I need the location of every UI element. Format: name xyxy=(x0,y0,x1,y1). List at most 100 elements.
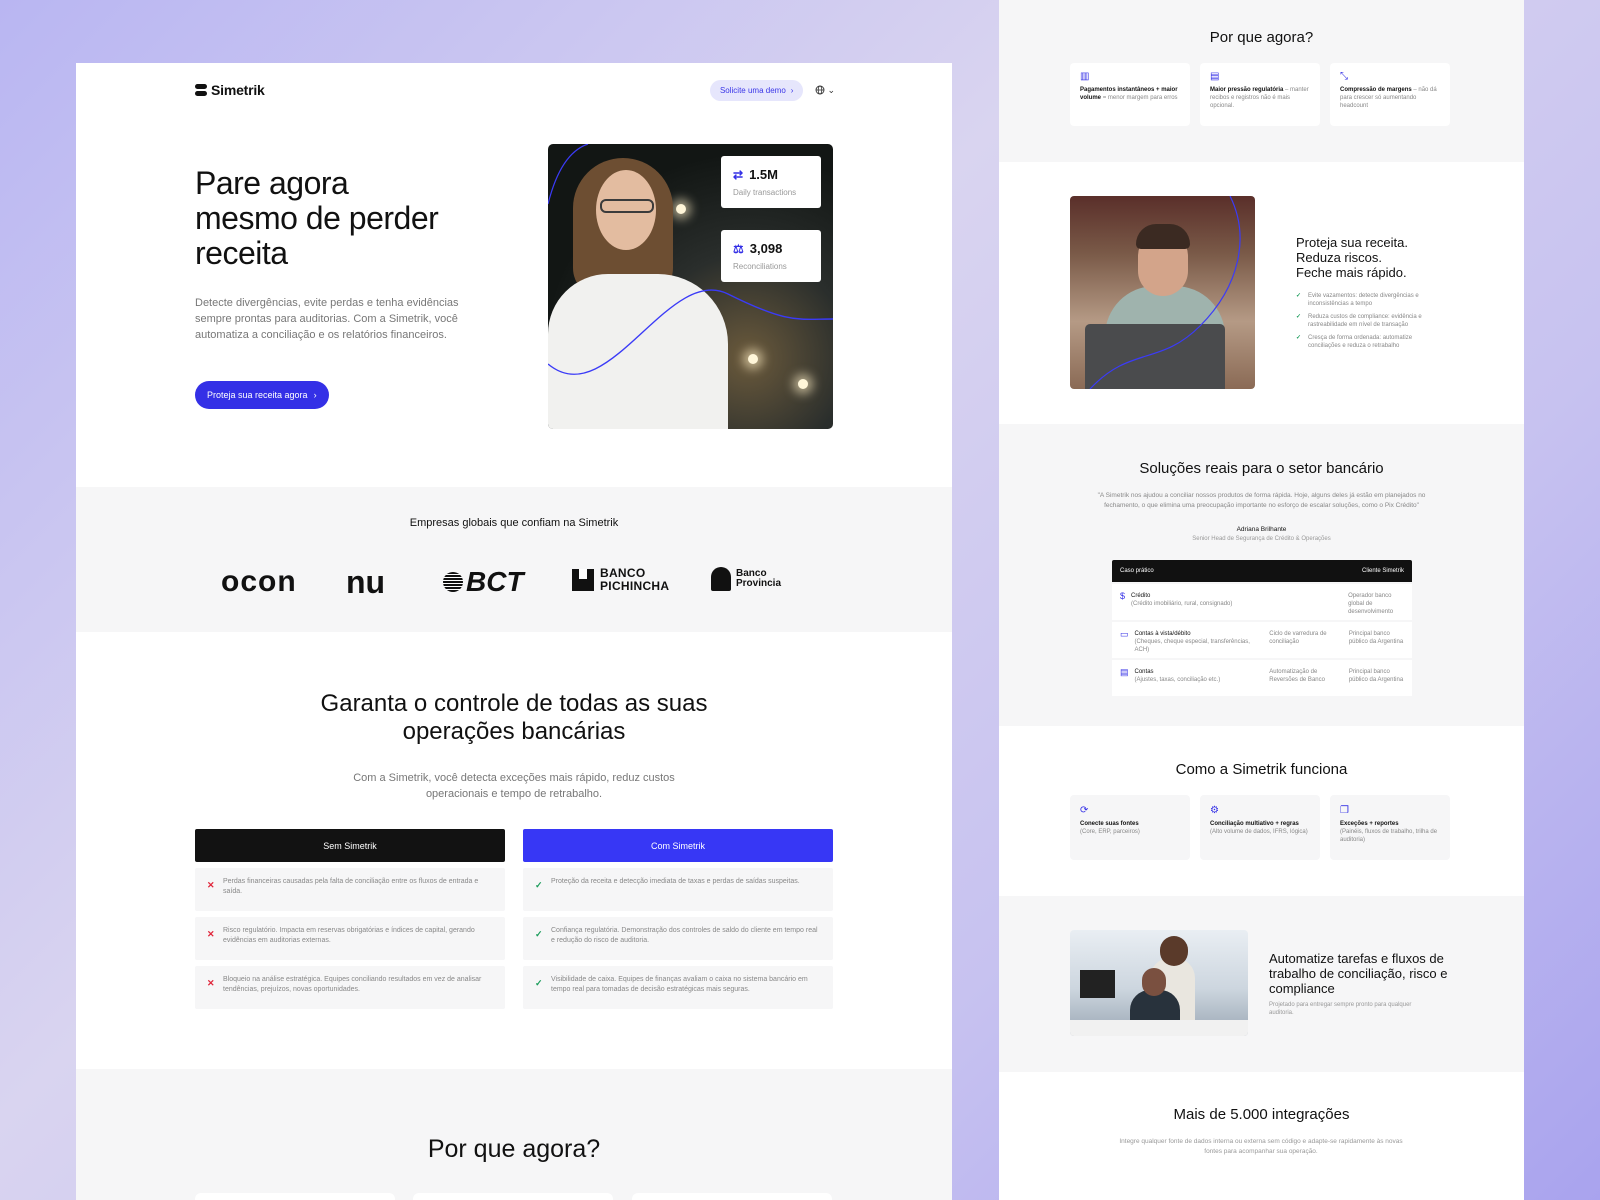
why-now-title: Por que agora? xyxy=(1209,29,1314,46)
trusted-companies-section: Empresas globais que confiam na Simetrik… xyxy=(76,487,952,632)
protect-benefit-text: Reduza custos de compliance: evidência e… xyxy=(1308,314,1422,328)
chevron-right-icon: › xyxy=(790,85,794,95)
case-client: Operador banco global de desenvolvimento xyxy=(1348,593,1394,615)
chevron-right-icon: › xyxy=(313,390,317,400)
automate-description: Projetado para entregar sempre pronto pa… xyxy=(1269,1002,1412,1016)
provincia-wordmark: Banco Provincia xyxy=(736,568,782,589)
simetrik-logo-icon xyxy=(195,84,207,96)
bct-logo: BCT xyxy=(443,567,524,597)
protect-title-line: Proteja sua receita. xyxy=(1296,235,1409,250)
with-item: ✓ Confiança regulatória. Demonstração dos… xyxy=(523,917,833,960)
control-desc-line2: operacionais e tempo de retrabalho. xyxy=(425,788,603,800)
seated-person-head xyxy=(1142,968,1166,996)
testimonial-author: Adriana Brilhante xyxy=(1236,526,1287,533)
control-title-line2: operações bancárias xyxy=(402,718,626,745)
protect-title-line: Reduza riscos. xyxy=(1296,250,1382,265)
case-client: Principal banco público da Argentina xyxy=(1348,669,1404,683)
how-it-works-title: Como a Simetrik funciona xyxy=(1175,761,1348,778)
integrations-section xyxy=(999,1072,1524,1200)
without-item: ✕ Bloqueio na análise estratégica. Equipe… xyxy=(195,966,505,1009)
x-icon: ✕ xyxy=(207,880,215,890)
protect-revenue-button[interactable]: Proteja sua receita agora › xyxy=(195,381,329,409)
client-logos: ocon nu BCT BANCO PICHINCHA Banco Provin… xyxy=(221,564,796,600)
testimonial-quote: "A Simetrik nos ajudou a conciliar nosso… xyxy=(1097,492,1426,509)
x-icon: ✕ xyxy=(207,929,215,939)
stat-label: Daily transactions xyxy=(733,188,797,197)
protect-title-line: Feche mais rápido. xyxy=(1296,265,1407,280)
case-client: Principal banco público da Argentina xyxy=(1348,631,1404,645)
case-table: Caso prático Cliente Simetrik $ Crédito (… xyxy=(1112,560,1412,696)
without-item: ✕ Perdas financeiras causadas pela falta … xyxy=(195,868,505,911)
check-icon: ✓ xyxy=(1296,293,1302,299)
ocon-logo: ocon xyxy=(221,565,297,598)
language-selector[interactable]: ⌄ xyxy=(815,85,835,96)
monitor xyxy=(1080,970,1115,998)
how-card-text: (Core, ERP, parceiros) xyxy=(1080,829,1140,835)
case-sub: (Cheques, cheque especial, transferência… xyxy=(1134,639,1250,653)
without-item-text: Bloqueio na análise estratégica. Equipes… xyxy=(223,976,482,993)
card-icon: ▭ xyxy=(1120,629,1129,639)
how-card-title: Conecte suas fontes xyxy=(1080,821,1139,827)
stat-value-row: ⇄ 1.5M xyxy=(733,167,809,182)
with-simetrik-header: Com Simetrik xyxy=(523,829,833,862)
trusted-companies-title: Empresas globais que confiam na Simetrik xyxy=(409,517,619,529)
without-item-text: Perdas financeiras causadas pela falta d… xyxy=(223,878,479,895)
control-title-line1: Garanta o controle de todas as suas xyxy=(320,690,708,717)
how-card: ❐ Exceções + reportes (Painéis, fluxos de… xyxy=(1330,795,1450,860)
table-row: ▭ Contas à vista/débito (Cheques, cheque … xyxy=(1112,622,1412,658)
how-card-title: Conciliação multiativo + regras xyxy=(1210,821,1299,827)
hero-photo: ⇄ 1.5M Daily transactions ⚖ 3,098 Reconc… xyxy=(548,144,833,429)
how-card-text: (Alto volume de dados, IFRS, lógica) xyxy=(1210,829,1308,835)
check-icon: ✓ xyxy=(535,880,543,890)
why-card-title: Maior pressão regulatória xyxy=(1210,87,1284,93)
case-mid xyxy=(1268,592,1343,612)
table-row: ▤ Contas (Ajustes, taxas, conciliação etc… xyxy=(1112,660,1412,696)
x-icon: ✕ xyxy=(207,978,215,988)
top-nav: Simetrik Solicite uma demo › ⌄ xyxy=(195,75,835,105)
protect-benefit: ✓ Reduza custos de compliance: evidência … xyxy=(1296,313,1446,329)
request-demo-button[interactable]: Solicite uma demo › xyxy=(709,79,804,101)
standing-person-head xyxy=(1160,936,1188,966)
simetrik-logo[interactable]: Simetrik xyxy=(195,82,265,98)
automate-title: Automatize tarefas e fluxos de trabalho … xyxy=(1269,951,1448,996)
hero-description: Detecte divergências, evite perdas e ten… xyxy=(195,297,459,341)
office-team-photo xyxy=(1070,930,1248,1036)
landing-page-main: Simetrik Solicite uma demo › ⌄ Pare agor… xyxy=(76,63,952,1200)
testimonial-role: Senior Head de Segurança de Crédito & Op… xyxy=(1192,536,1331,542)
case-title: Contas à vista/débito xyxy=(1134,631,1191,637)
dollar-icon: $ xyxy=(1120,591,1126,601)
integrations-title: Mais de 5.000 integrações xyxy=(1173,1106,1350,1123)
protect-benefit-text: Cresça de forma ordenada: automatize con… xyxy=(1308,335,1413,349)
desk xyxy=(1070,1020,1248,1036)
stat-card-transactions: ⇄ 1.5M Daily transactions xyxy=(721,156,821,208)
integrations-description: Integre qualquer fonte de dados interna … xyxy=(1119,1138,1403,1155)
case-title: Crédito xyxy=(1131,593,1151,599)
pichincha-wordmark: BANCO PICHINCHA xyxy=(600,566,670,593)
protect-benefit: ✓ Cresça de forma ordenada: automatize co… xyxy=(1296,334,1446,350)
case-mid: Ciclo de varredura de conciliação xyxy=(1269,631,1327,645)
case-table-col-client: Cliente Simetrik xyxy=(1361,568,1404,574)
stat-value: 1.5M xyxy=(749,167,778,182)
protect-title: Proteja sua receita. Reduza riscos. Fech… xyxy=(1296,235,1486,280)
decorative-line xyxy=(1089,196,1241,389)
why-now-card xyxy=(195,1193,395,1200)
stat-value: 3,098 xyxy=(749,241,783,256)
nubank-logo: nu xyxy=(346,564,386,600)
how-card: ⟳ Conecte suas fontes (Core, ERP, parceir… xyxy=(1070,795,1190,860)
scale-icon: ⚖ xyxy=(733,241,744,256)
why-now-title: Por que agora? xyxy=(427,1135,601,1163)
case-table-col-case: Caso prático xyxy=(1120,568,1154,574)
control-section-title: Garanta o controle de todas as suas oper… xyxy=(76,690,952,746)
solutions-title: Soluções reais para o setor bancário xyxy=(1139,460,1384,477)
why-now-section: Por que agora? xyxy=(76,1069,952,1200)
case-mid: Automatização de Reversões de Banco xyxy=(1269,669,1325,683)
stat-value-row: ⚖ 3,098 xyxy=(733,241,809,256)
globe-icon xyxy=(816,85,825,95)
request-demo-label: Solicite uma demo xyxy=(719,85,786,95)
compress-icon: ⤡ xyxy=(1340,71,1348,82)
chart-icon: ▥ xyxy=(1080,71,1090,82)
banco-provincia-logo: Banco Provincia xyxy=(711,567,786,591)
case-cell: Contas à vista/débito (Cheques, cheque es… xyxy=(1134,630,1264,653)
with-item: ✓ Proteção da receita e detecção imediata… xyxy=(523,868,833,911)
stat-card-reconciliations: ⚖ 3,098 Reconciliations xyxy=(721,230,821,282)
